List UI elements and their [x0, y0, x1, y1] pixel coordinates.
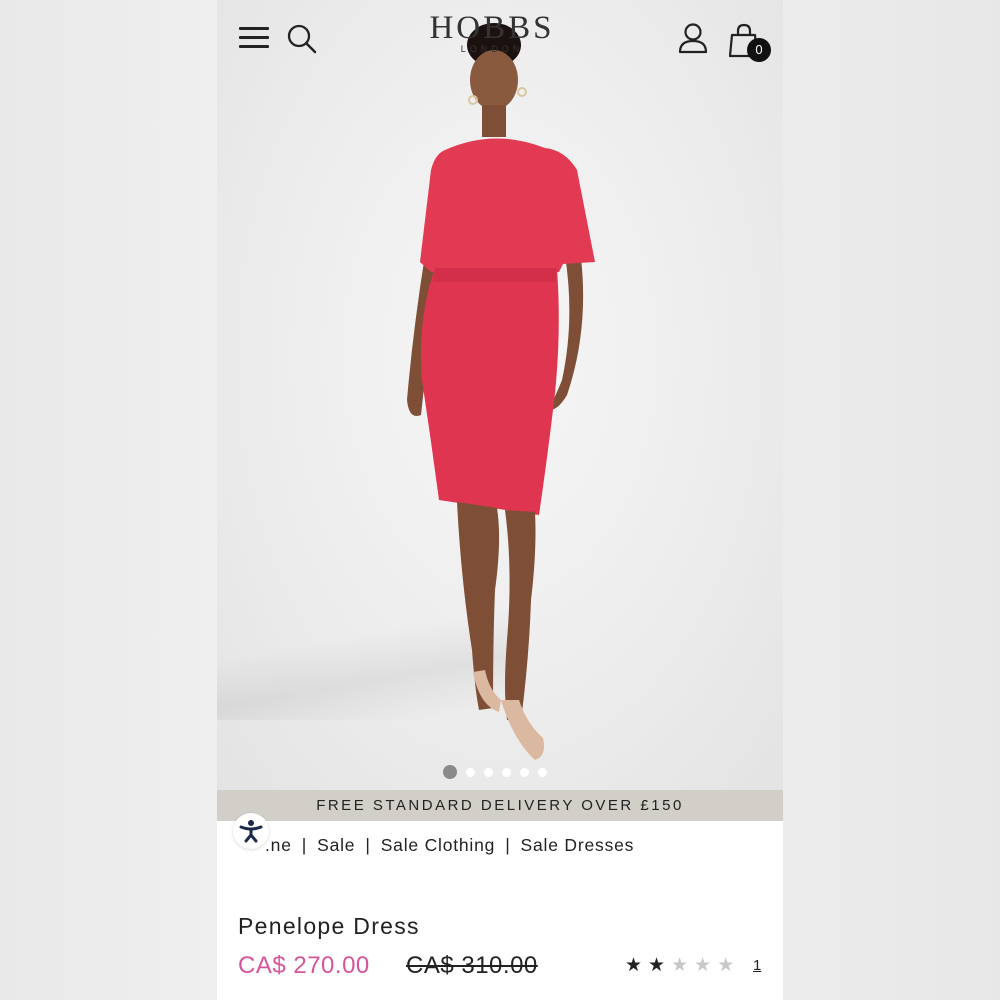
accessibility-icon[interactable]	[233, 813, 269, 849]
breadcrumb-sale-dresses[interactable]: Sale Dresses	[521, 835, 635, 855]
search-icon[interactable]	[287, 24, 317, 54]
promo-banner[interactable]: FREE STANDARD DELIVERY OVER £150	[217, 790, 783, 821]
carousel-dots	[443, 765, 547, 779]
carousel-dot[interactable]	[466, 767, 475, 777]
breadcrumb-separator: |	[365, 835, 371, 855]
product-title: Penelope Dress	[238, 913, 420, 939]
product-image[interactable]: HOBBS LONDON 0	[217, 0, 783, 790]
breadcrumb-sale-clothing[interactable]: Sale Clothing	[381, 835, 496, 855]
star-empty-icon: ★	[694, 955, 712, 976]
breadcrumb: .ne | Sale | Sale Clothing | Sale Dresses	[265, 835, 634, 856]
backdrop-right	[783, 0, 1000, 1000]
breadcrumb-separator: |	[505, 835, 511, 855]
star-filled-icon: ★	[625, 955, 643, 976]
carousel-dot[interactable]	[502, 767, 511, 777]
star-rating[interactable]: ★ ★ ★ ★ ★	[625, 956, 734, 976]
star-empty-icon: ★	[671, 955, 689, 976]
backdrop-left	[0, 0, 217, 1000]
breadcrumb-separator: |	[301, 835, 308, 855]
sale-price: CA$ 270.00	[238, 952, 370, 979]
model-photo	[407, 23, 595, 760]
carousel-dot[interactable]	[443, 765, 457, 779]
account-icon[interactable]	[677, 22, 709, 54]
breadcrumb-home[interactable]: .ne	[265, 835, 292, 855]
carousel-dot[interactable]	[484, 767, 493, 777]
logo-main: HOBBS	[429, 10, 555, 46]
brand-logo[interactable]: HOBBS LONDON	[407, 10, 577, 54]
carousel-dot[interactable]	[520, 767, 529, 777]
original-price: CA$ 310.00	[406, 952, 538, 979]
menu-icon[interactable]	[239, 27, 269, 49]
breadcrumb-sale[interactable]: Sale	[317, 835, 355, 855]
star-empty-icon: ★	[717, 955, 735, 976]
star-filled-icon: ★	[648, 955, 666, 976]
product-page: HOBBS LONDON 0 FREE STANDARD DELIVERY OV…	[217, 0, 783, 1000]
carousel-dot[interactable]	[538, 767, 547, 777]
review-count-link[interactable]: 1	[753, 957, 761, 974]
bag-count-badge[interactable]: 0	[747, 38, 771, 62]
